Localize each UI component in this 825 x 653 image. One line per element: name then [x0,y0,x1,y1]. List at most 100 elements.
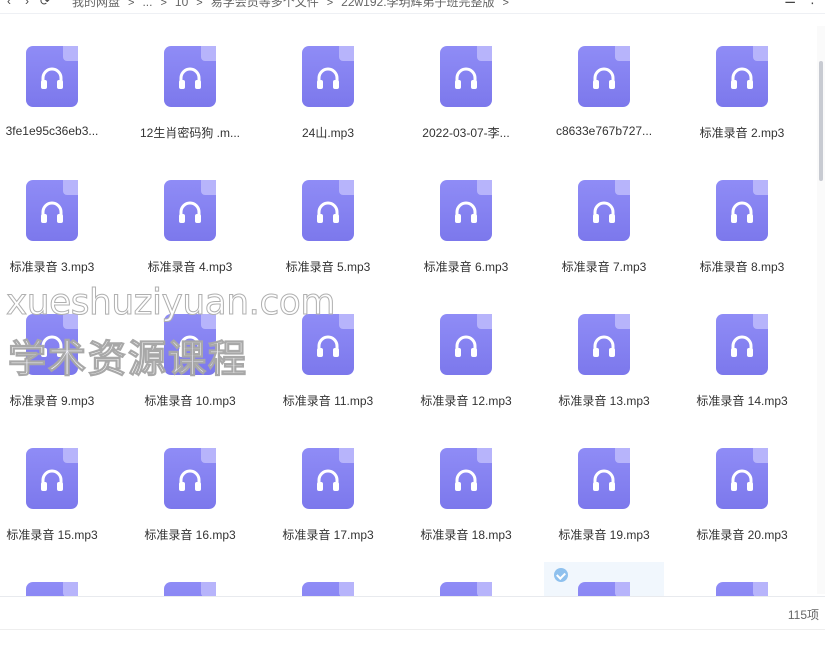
audio-file-icon [716,46,768,107]
file-tile[interactable]: 标准录音 2.mp3 [682,26,802,146]
file-tile[interactable]: 标准录音 17.mp3 [268,428,388,548]
audio-file-icon [302,314,354,375]
file-name: 标准录音 20.mp3 [696,528,788,542]
file-name: 标准录音 3.mp3 [9,260,95,274]
breadcrumb-item[interactable]: 易学会员等多个文件 [211,0,319,9]
file-tile[interactable]: 标准录音 14.mp3 [682,294,802,414]
audio-file-icon [302,582,354,596]
file-tile[interactable]: 标准录音 15.mp3 [0,428,112,548]
headphone-icon [452,199,480,227]
file-tile[interactable]: 标准录音 5.mp3 [268,160,388,280]
audio-file-icon [716,314,768,375]
sort-icon[interactable]: ☰ [784,0,796,7]
file-name: 标准录音 11.mp3 [282,394,374,408]
file-tile[interactable] [0,562,112,596]
breadcrumb-separator-icon: > [326,0,334,9]
audio-file-icon [716,448,768,509]
file-name: 标准录音 6.mp3 [423,260,509,274]
audio-file-icon [440,448,492,509]
headphone-icon [728,467,756,495]
headphone-icon [314,65,342,93]
more-icon[interactable]: ⋮ [806,0,819,7]
file-tile[interactable]: 标准录音 6.mp3 [406,160,526,280]
file-tile[interactable]: 24山.mp3 [268,26,388,146]
navigation-row: ‹ › ⟳ 我的网盘 >... >10 > 易学会员等多个文件 >22w192.李玥辉弟子… [0,0,513,11]
file-name: c8633e767b727... [555,124,653,138]
audio-file-icon [164,582,216,596]
refresh-icon[interactable]: ⟳ [36,0,54,8]
file-tile[interactable] [130,562,250,596]
forward-icon[interactable]: › [18,0,36,8]
breadcrumb-separator-icon: > [160,0,167,9]
audio-file-icon [440,582,492,596]
audio-file-icon [302,180,354,241]
file-tile[interactable]: 标准录音 19.mp3 [544,428,664,548]
file-tile[interactable]: 标准录音 8.mp3 [682,160,802,280]
headphone-icon [176,65,204,93]
headphone-icon [314,333,342,361]
headphone-icon [728,199,756,227]
headphone-icon [452,65,480,93]
file-tile[interactable]: 标准录音 3.mp3 [0,160,112,280]
file-tile[interactable] [268,562,388,596]
headphone-icon [38,65,66,93]
window-bottom-edge [0,629,825,653]
file-tile[interactable]: 标准录音 12.mp3 [406,294,526,414]
scrollbar-track[interactable] [817,26,825,594]
headphone-icon [176,199,204,227]
breadcrumb-item[interactable]: 我的网盘 [72,0,120,9]
file-tile[interactable]: 标准录音 4.mp3 [130,160,250,280]
headphone-icon [590,199,618,227]
breadcrumb-item[interactable]: ... [142,0,152,9]
file-name: 标准录音 2.mp3 [699,126,785,140]
audio-file-icon [578,448,630,509]
breadcrumb-item[interactable]: 22w192.李玥辉弟子班完整版 [341,0,494,9]
file-name: 3fe1e95c36eb3... [5,124,99,138]
file-name: 12生肖密码狗 .m... [139,126,240,140]
file-tile[interactable]: 2022-03-07-李... [406,26,526,146]
file-name: 标准录音 12.mp3 [420,394,512,408]
audio-file-icon [164,448,216,509]
file-name: 24山.mp3 [301,126,355,140]
headphone-icon [452,333,480,361]
file-name: 2022-03-07-李... [422,126,510,140]
file-tile[interactable]: 标准录音 13.mp3 [544,294,664,414]
audio-file-icon [302,448,354,509]
audio-file-icon [716,180,768,241]
watermark-url: xueshuziyuan.com [6,282,336,324]
checkmark-icon[interactable] [554,568,568,582]
headphone-icon [590,467,618,495]
file-tile[interactable]: 3fe1e95c36eb3... [0,26,112,146]
file-tile[interactable]: 12生肖密码狗 .m... [130,26,250,146]
audio-file-icon [578,180,630,241]
file-tile[interactable] [406,562,526,596]
item-count: 115项 [787,608,819,622]
headphone-icon [728,65,756,93]
breadcrumb-item[interactable]: 10 [175,0,188,9]
file-tile[interactable]: 标准录音 20.mp3 [682,428,802,548]
file-name: 标准录音 4.mp3 [147,260,233,274]
watermark-text: 学术资源课程 [7,337,249,382]
file-name: 标准录音 14.mp3 [696,394,788,408]
file-tile[interactable]: c8633e767b727... [544,26,664,146]
file-tile[interactable] [682,562,802,596]
audio-file-icon [440,180,492,241]
file-name: 标准录音 13.mp3 [558,394,650,408]
file-tile[interactable]: 标准录音 16.mp3 [130,428,250,548]
headphone-icon [590,65,618,93]
breadcrumb: 我的网盘 >... >10 > 易学会员等多个文件 >22w192.李玥辉弟子班完整版 > [68,0,513,10]
file-tile[interactable]: 标准录音 18.mp3 [406,428,526,548]
audio-file-icon [164,180,216,241]
file-tile[interactable]: 标准录音 7.mp3 [544,160,664,280]
audio-file-icon [302,46,354,107]
file-tile[interactable] [544,562,664,596]
audio-file-icon [578,582,630,596]
file-name: 标准录音 18.mp3 [420,528,512,542]
file-name: 标准录音 7.mp3 [561,260,647,274]
audio-file-icon [26,448,78,509]
back-icon[interactable]: ‹ [0,0,18,8]
file-name: 标准录音 17.mp3 [282,528,374,542]
file-name: 标准录音 9.mp3 [9,394,95,408]
scrollbar-thumb[interactable] [819,61,823,181]
audio-file-icon [164,46,216,107]
